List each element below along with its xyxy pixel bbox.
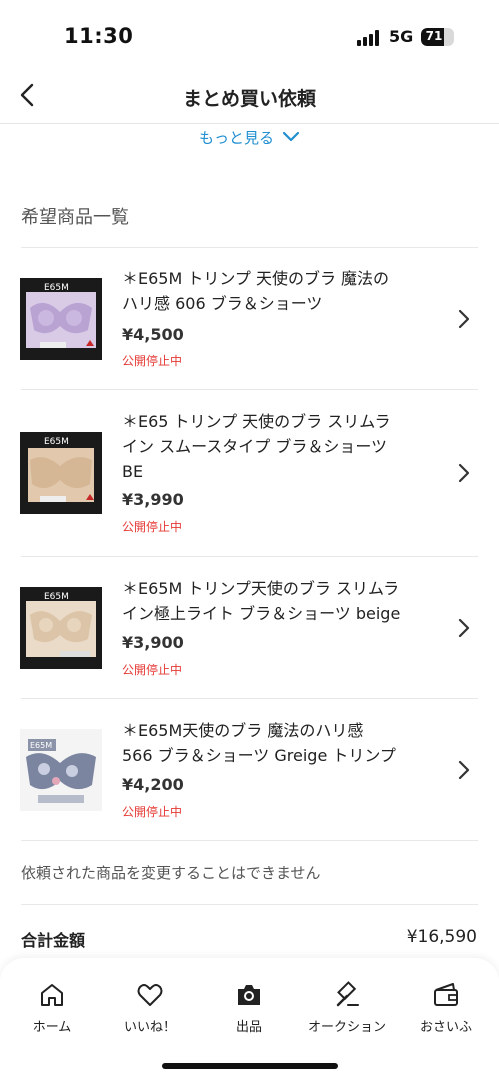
chevron-right-icon: [458, 760, 470, 780]
home-indicator: [162, 1063, 338, 1069]
tab-home[interactable]: ホーム: [2, 980, 102, 1035]
heart-icon: [137, 984, 163, 1006]
thumb-label: E65M: [30, 741, 52, 750]
chevron-down-icon: [282, 131, 300, 142]
item-title: ＊E65M トリンプ天使のブラ スリムラ イン極上ライト ブラ＆ショーツ bei…: [122, 579, 401, 623]
list-item[interactable]: E65M ＊E65 トリンプ 天使のブラ スリムラ イン スムースタイプ ブラ＆…: [0, 390, 499, 556]
item-title: ＊E65 トリンプ 天使のブラ スリムラ イン スムースタイプ ブラ＆ショーツ …: [122, 412, 391, 481]
product-thumbnail: E65M: [20, 729, 102, 811]
section-title: 希望商品一覧: [21, 207, 129, 228]
status-badge: 公開停止中: [122, 663, 183, 677]
notice-text: 依頼された商品を変更することはできません: [21, 864, 321, 882]
status-badge: 公開停止中: [122, 354, 183, 368]
battery-icon: 71: [421, 28, 454, 46]
chevron-right-icon: [458, 463, 470, 483]
page-title: まとめ買い依頼: [182, 88, 316, 110]
more-link[interactable]: もっと見る: [0, 125, 499, 149]
total-label: 合計金額: [21, 931, 86, 950]
status-bar: 11:30 5G 71: [0, 0, 499, 70]
thumb-label: E65M: [44, 592, 69, 602]
divider: [21, 840, 478, 841]
list-item[interactable]: E65M ＊E65M天使のブラ 魔法のハリ感 566 ブラ＆ショーツ Greig…: [0, 699, 499, 840]
item-price: ¥3,990: [122, 490, 184, 509]
bottom-tab-bar: ホーム いいね！ 出品 オークション おさいふ: [0, 958, 499, 1080]
item-title: ＊E65M トリンプ 天使のブラ 魔法の ハリ感 606 ブラ＆ショーツ: [122, 269, 390, 313]
item-price: ¥4,500: [122, 325, 184, 344]
signal-icon: [357, 30, 383, 46]
status-time: 11:30: [64, 24, 134, 48]
tab-sell[interactable]: 出品: [199, 980, 299, 1035]
item-price: ¥4,200: [122, 775, 184, 794]
tab-label: おさいふ: [419, 1020, 472, 1035]
list-item[interactable]: E65M ＊E65M トリンプ天使のブラ スリムラ イン極上ライト ブラ＆ショー…: [0, 557, 499, 698]
wallet-icon: [434, 983, 458, 1006]
divider: [21, 904, 478, 905]
item-title: ＊E65M天使のブラ 魔法のハリ感 566 ブラ＆ショーツ Greige トリン…: [122, 721, 396, 765]
gavel-icon: [336, 981, 359, 1007]
battery-level: 71: [425, 29, 443, 43]
home-icon: [41, 984, 63, 1006]
tab-auction[interactable]: オークション: [297, 980, 397, 1035]
more-link-label: もっと見る: [198, 128, 274, 147]
item-price: ¥3,900: [122, 633, 184, 652]
tab-wallet[interactable]: おさいふ: [396, 980, 496, 1035]
chevron-right-icon: [458, 309, 470, 329]
tab-label: 出品: [235, 1020, 262, 1035]
product-thumbnail: E65M: [20, 278, 102, 360]
chevron-right-icon: [458, 618, 470, 638]
tab-label: ホーム: [32, 1020, 72, 1035]
thumb-label: E65M: [44, 437, 69, 447]
product-thumbnail: E65M: [20, 587, 102, 669]
status-badge: 公開停止中: [122, 805, 183, 819]
tab-label: オークション: [307, 1020, 386, 1035]
camera-icon: [238, 985, 260, 1005]
product-thumbnail: E65M: [20, 432, 102, 514]
nav-bar: まとめ買い依頼: [0, 70, 499, 124]
network-type: 5G: [389, 27, 414, 46]
status-badge: 公開停止中: [122, 520, 183, 534]
list-item[interactable]: E65M ＊E65M トリンプ 天使のブラ 魔法の ハリ感 606 ブラ＆ショー…: [0, 248, 499, 389]
tab-likes[interactable]: いいね！: [100, 980, 200, 1035]
tab-label: いいね！: [123, 1020, 176, 1035]
thumb-label: E65M: [44, 283, 69, 293]
total-value: ¥16,590: [406, 927, 477, 947]
